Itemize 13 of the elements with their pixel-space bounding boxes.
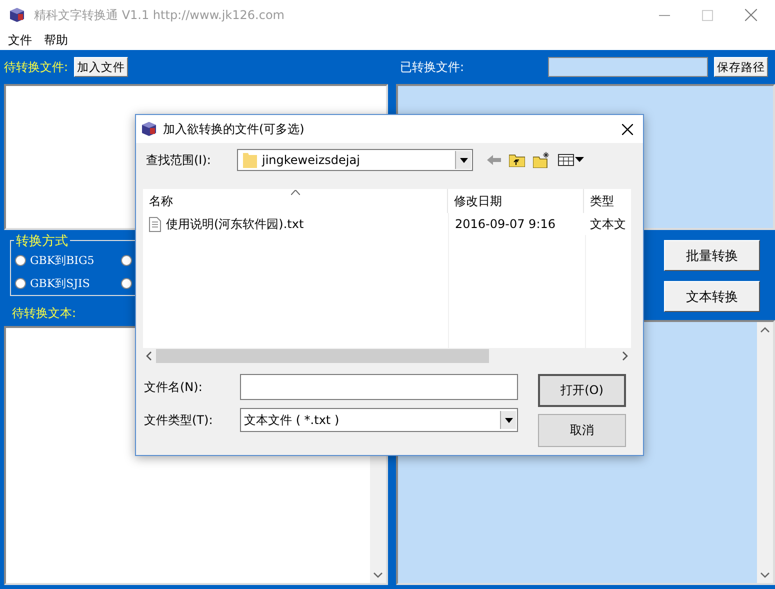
group-title: 转换方式 bbox=[14, 232, 70, 250]
converted-files-label: 已转换文件: bbox=[400, 58, 464, 76]
dialog-title: 加入欲转换的文件(可多选) bbox=[163, 120, 306, 138]
look-in-label: 查找范围(I): bbox=[146, 152, 212, 168]
pending-text-label: 待转换文本: bbox=[12, 304, 76, 322]
pending-files-label: 待转换文件: bbox=[4, 58, 68, 76]
file-date: 2016-09-07 9:16 bbox=[448, 213, 584, 235]
radio-label: GBK到SJIS bbox=[30, 276, 90, 291]
radio-label: GBK到BIG5 bbox=[30, 253, 94, 268]
window-title: 精科文字转换通 V1.1 http://www.jk126.com bbox=[34, 6, 286, 24]
file-type-label: 文件类型(T): bbox=[144, 412, 214, 428]
file-name-label: 文件名(N): bbox=[144, 378, 204, 396]
file-type: 文本文 bbox=[589, 216, 627, 233]
